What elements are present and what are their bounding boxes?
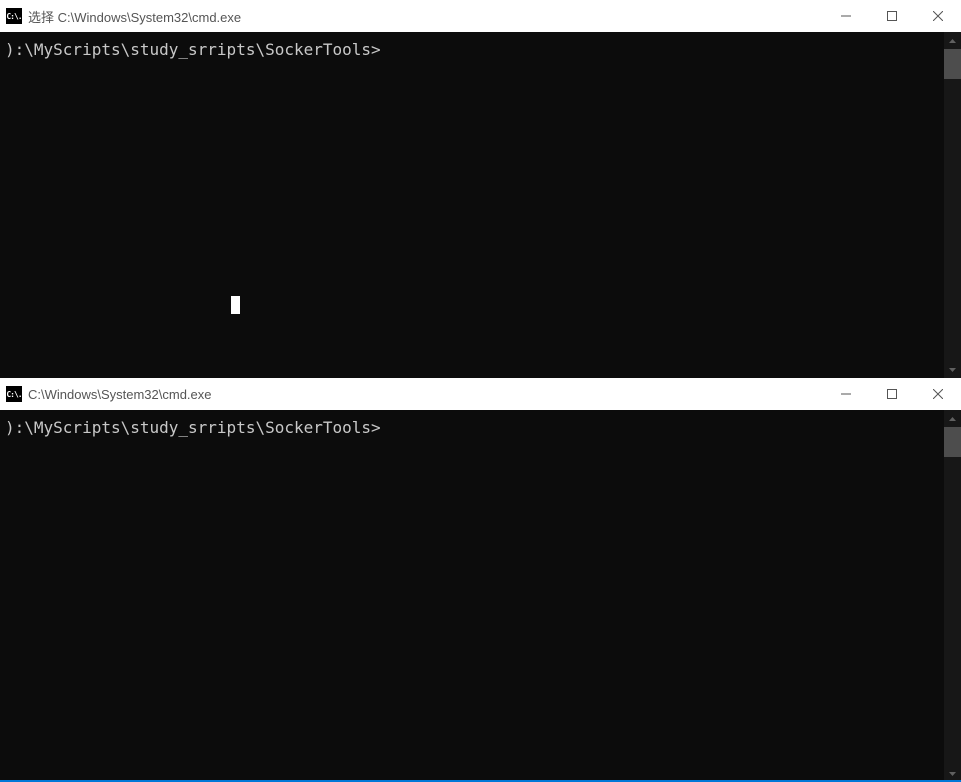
window-title-2: C:\Windows\System32\cmd.exe [28, 387, 212, 402]
maximize-button[interactable] [869, 0, 915, 32]
titlebar-1[interactable]: C:\. 选择 C:\Windows\System32\cmd.exe [0, 0, 961, 32]
chevron-up-icon [949, 39, 956, 43]
close-button[interactable] [915, 0, 961, 32]
cmd-icon: C:\. [6, 386, 22, 402]
terminal-content-1[interactable]: ):\MyScripts\study_srripts\SockerTools> [0, 32, 944, 378]
window-controls-1 [823, 0, 961, 32]
scrollbar-arrow-up[interactable] [944, 32, 961, 49]
scrollbar-thumb-2[interactable] [944, 427, 961, 457]
close-icon [933, 11, 943, 21]
close-button[interactable] [915, 378, 961, 410]
chevron-down-icon [949, 368, 956, 372]
minimize-button[interactable] [823, 378, 869, 410]
maximize-button[interactable] [869, 378, 915, 410]
scrollbar-arrow-up[interactable] [944, 410, 961, 427]
titlebar-2[interactable]: C:\. C:\Windows\System32\cmd.exe [0, 378, 961, 410]
cmd-icon-text: C:\. [6, 390, 21, 399]
window-controls-2 [823, 378, 961, 410]
cmd-window-1: C:\. 选择 C:\Windows\System32\cmd.exe [0, 0, 961, 378]
prompt-2: ):\MyScripts\study_srripts\SockerTools> [5, 418, 381, 437]
close-icon [933, 389, 943, 399]
chevron-down-icon [949, 772, 956, 776]
scrollbar-vertical-1[interactable] [944, 32, 961, 378]
minimize-icon [841, 389, 851, 399]
prompt-1: ):\MyScripts\study_srripts\SockerTools> [5, 40, 381, 59]
chevron-up-icon [949, 417, 956, 421]
cmd-window-2: C:\. C:\Windows\System32\cmd.exe [0, 378, 961, 782]
minimize-icon [841, 11, 851, 21]
scrollbar-vertical-2[interactable] [944, 410, 961, 782]
cmd-icon-text: C:\. [6, 12, 21, 21]
maximize-icon [887, 389, 897, 399]
terminal-content-2[interactable]: ):\MyScripts\study_srripts\SockerTools> [0, 410, 944, 782]
terminal-area-2[interactable]: ):\MyScripts\study_srripts\SockerTools> [0, 410, 961, 782]
scrollbar-thumb-1[interactable] [944, 49, 961, 79]
scrollbar-arrow-down[interactable] [944, 361, 961, 378]
window-title-1: 选择 C:\Windows\System32\cmd.exe [28, 7, 241, 26]
minimize-button[interactable] [823, 0, 869, 32]
terminal-cursor-1 [231, 296, 240, 314]
cmd-icon: C:\. [6, 8, 22, 24]
terminal-area-1[interactable]: ):\MyScripts\study_srripts\SockerTools> [0, 32, 961, 378]
maximize-icon [887, 11, 897, 21]
